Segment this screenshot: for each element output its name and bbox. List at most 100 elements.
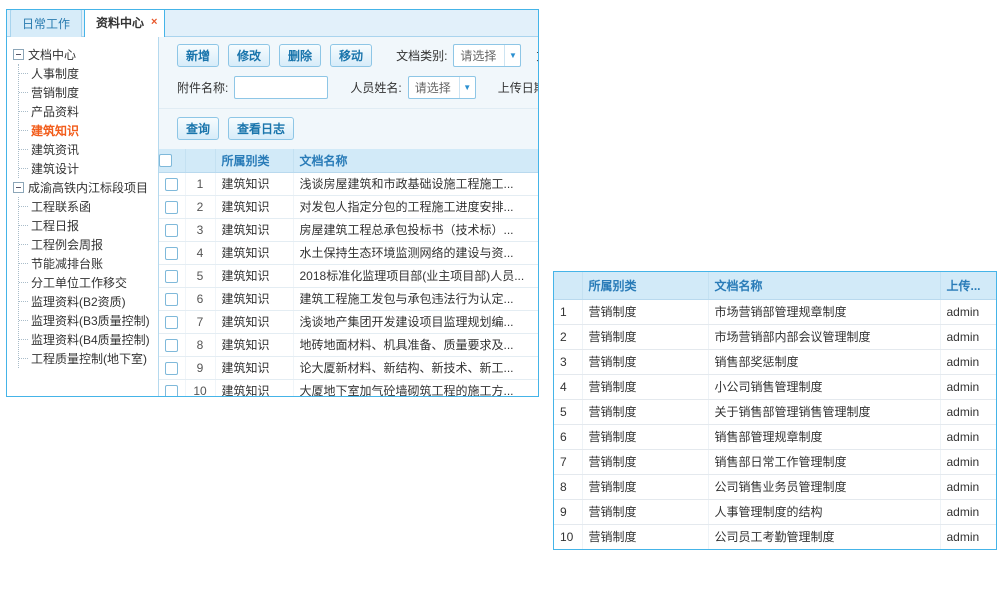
row-checkbox[interactable] [165, 362, 178, 375]
collapse-icon[interactable] [13, 49, 24, 60]
tree-node[interactable]: 监理资料(B4质量控制) [19, 330, 156, 349]
tree-node-label: 成渝高铁内江标段项目 [28, 179, 148, 196]
tree-node[interactable]: 工程例会周报 [19, 235, 156, 254]
tab-daily-work[interactable]: 日常工作 [10, 9, 82, 37]
marketing-row[interactable]: 5营销制度关于销售部管理销售管理制度admin [554, 399, 996, 424]
add-button[interactable]: 新增 [177, 44, 219, 67]
tree-node[interactable]: 建筑知识 [19, 121, 156, 140]
marketing-row[interactable]: 8营销制度公司销售业务员管理制度admin [554, 474, 996, 499]
tree-node[interactable]: 监理资料(B3质量控制) [19, 311, 156, 330]
document-row[interactable]: 7建筑知识浅谈地产集团开发建设项目监理规划编... [159, 310, 538, 333]
filter-row: 附件名称: 人员姓名: 请选择 ▼ 上传日期 [177, 76, 538, 99]
attachment-input[interactable] [234, 76, 328, 99]
row-category: 营销制度 [582, 474, 708, 499]
row-checkbox[interactable] [165, 247, 178, 260]
document-row[interactable]: 3建筑知识房屋建筑工程总承包投标书（技术标）... [159, 218, 538, 241]
attachment-label: 附件名称: [177, 79, 228, 96]
row-checkbox[interactable] [165, 178, 178, 191]
select-value: 请选择 [460, 47, 496, 64]
tree-node-root[interactable]: 成渝高铁内江标段项目 [13, 178, 156, 197]
tree-node[interactable]: 分工单位工作移交 [19, 273, 156, 292]
tree-node[interactable]: 产品资料 [19, 102, 156, 121]
tree-node[interactable]: 人事制度 [19, 64, 156, 83]
row-checkbox[interactable] [165, 270, 178, 283]
row-number: 5 [185, 264, 215, 287]
tree-node[interactable]: 建筑资讯 [19, 140, 156, 159]
document-row[interactable]: 9建筑知识论大厦新材料、新结构、新技术、新工... [159, 356, 538, 379]
move-button[interactable]: 移动 [330, 44, 372, 67]
marketing-row[interactable]: 1营销制度市场营销部管理规章制度admin [554, 299, 996, 324]
row-category: 建筑知识 [215, 333, 293, 356]
marketing-row[interactable]: 10营销制度公司员工考勤管理制度admin [554, 524, 996, 549]
document-tree: 文档中心人事制度营销制度产品资料建筑知识建筑资讯建筑设计成渝高铁内江标段项目工程… [7, 37, 159, 396]
row-number: 8 [185, 333, 215, 356]
tree-node[interactable]: 建筑设计 [19, 159, 156, 178]
row-uploader: admin [940, 474, 996, 499]
query-button[interactable]: 查询 [177, 117, 219, 140]
document-row[interactable]: 5建筑知识2018标准化监理项目部(业主项目部)人员... [159, 264, 538, 287]
document-row[interactable]: 10建筑知识大厦地下室加气砼墙砌筑工程的施工方... [159, 379, 538, 396]
person-select[interactable]: 请选择 ▼ [408, 76, 476, 99]
category-select[interactable]: 请选择 ▼ [453, 44, 521, 67]
toolbar-row: 新增 修改 删除 移动 文档类别: 请选择 ▼ 文档 [177, 44, 538, 67]
row-checkbox[interactable] [165, 339, 178, 352]
marketing-row[interactable]: 7营销制度销售部日常工作管理制度admin [554, 449, 996, 474]
row-checkbox[interactable] [165, 316, 178, 329]
row-number: 7 [185, 310, 215, 333]
view-log-button[interactable]: 查看日志 [228, 117, 294, 140]
row-uploader: admin [940, 374, 996, 399]
number-column-header [554, 272, 582, 299]
document-row[interactable]: 4建筑知识水土保持生态环境监测网络的建设与资... [159, 241, 538, 264]
marketing-table-panel: 所属别类 文档名称 上传... 1营销制度市场营销部管理规章制度admin2营销… [553, 271, 997, 550]
tab-data-center[interactable]: 资料中心 × [84, 9, 165, 37]
marketing-row[interactable]: 9营销制度人事管理制度的结构admin [554, 499, 996, 524]
tree-connector-line [19, 111, 28, 112]
tree-node-label: 人事制度 [31, 65, 79, 82]
row-uploader: admin [940, 349, 996, 374]
tree-node[interactable]: 工程日报 [19, 216, 156, 235]
row-number: 2 [185, 195, 215, 218]
tree-node-label: 建筑资讯 [31, 141, 79, 158]
row-doc-name: 建筑工程施工发包与承包违法行为认定... [293, 287, 538, 310]
tree-node-label: 工程日报 [31, 217, 79, 234]
row-doc-name: 销售部奖惩制度 [708, 349, 940, 374]
table-header-row: 所属别类 文档名称 上传... [554, 272, 996, 299]
row-uploader: admin [940, 299, 996, 324]
row-checkbox[interactable] [165, 293, 178, 306]
tree-node-root[interactable]: 文档中心 [13, 45, 156, 64]
row-doc-name: 地砖地面材料、机具准备、质量要求及... [293, 333, 538, 356]
document-row[interactable]: 8建筑知识地砖地面材料、机具准备、质量要求及... [159, 333, 538, 356]
select-value: 请选择 [415, 79, 451, 96]
close-tab-icon[interactable]: × [151, 17, 157, 28]
tree-node[interactable]: 节能减排台账 [19, 254, 156, 273]
collapse-icon[interactable] [13, 182, 24, 193]
row-checkbox[interactable] [165, 224, 178, 237]
select-all-checkbox[interactable] [159, 154, 172, 167]
tree-connector-line [19, 339, 28, 340]
marketing-row[interactable]: 4营销制度小公司销售管理制度admin [554, 374, 996, 399]
tree-node[interactable]: 工程质量控制(地下室) [19, 349, 156, 368]
tree-node-label: 分工单位工作移交 [31, 274, 127, 291]
document-row[interactable]: 6建筑知识建筑工程施工发包与承包违法行为认定... [159, 287, 538, 310]
tree-node[interactable]: 监理资料(B2资质) [19, 292, 156, 311]
row-category: 建筑知识 [215, 379, 293, 396]
tree-node-label: 文档中心 [28, 46, 76, 63]
marketing-row[interactable]: 2营销制度市场营销部内部会议管理制度admin [554, 324, 996, 349]
document-row[interactable]: 2建筑知识对发包人指定分包的工程施工进度安排... [159, 195, 538, 218]
modify-button[interactable]: 修改 [228, 44, 270, 67]
tree-children: 人事制度营销制度产品资料建筑知识建筑资讯建筑设计 [18, 64, 156, 178]
tree-node[interactable]: 工程联系函 [19, 197, 156, 216]
marketing-row[interactable]: 6营销制度销售部管理规章制度admin [554, 424, 996, 449]
document-row[interactable]: 1建筑知识浅谈房屋建筑和市政基础设施工程施工... [159, 172, 538, 195]
filter-area: 新增 修改 删除 移动 文档类别: 请选择 ▼ 文档 附件名称: 人员姓名: [159, 37, 538, 149]
marketing-row[interactable]: 3营销制度销售部奖惩制度admin [554, 349, 996, 374]
row-doc-name: 市场营销部管理规章制度 [708, 299, 940, 324]
row-number: 8 [554, 474, 582, 499]
tree-node[interactable]: 营销制度 [19, 83, 156, 102]
delete-button[interactable]: 删除 [279, 44, 321, 67]
row-number: 2 [554, 324, 582, 349]
row-checkbox[interactable] [165, 385, 178, 396]
row-doc-name: 市场营销部内部会议管理制度 [708, 324, 940, 349]
row-checkbox[interactable] [165, 201, 178, 214]
row-category: 建筑知识 [215, 241, 293, 264]
